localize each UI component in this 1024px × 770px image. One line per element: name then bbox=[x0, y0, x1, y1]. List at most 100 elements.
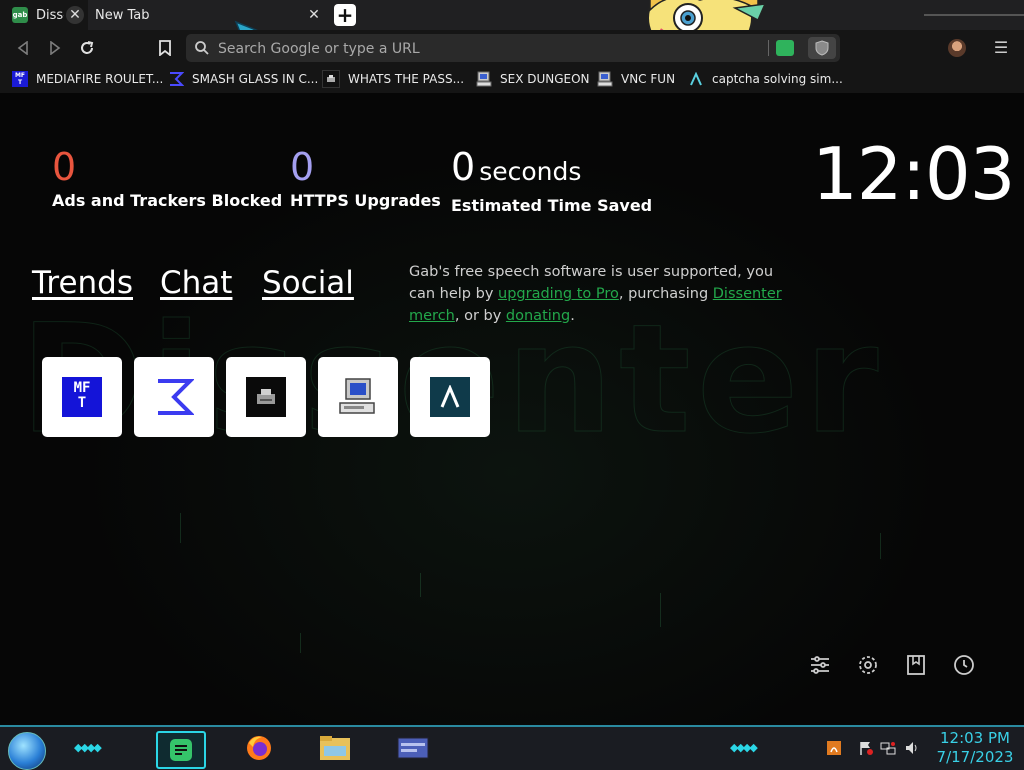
taskbar-window-app[interactable] bbox=[390, 731, 436, 765]
bookmark-whats-the-pass[interactable]: WHATS THE PASS... bbox=[322, 69, 464, 89]
url-input[interactable] bbox=[216, 34, 620, 64]
sigma-icon bbox=[158, 379, 194, 415]
search-icon bbox=[195, 41, 209, 55]
computer-icon bbox=[597, 71, 613, 87]
support-message: Gab's free speech software is user suppo… bbox=[409, 261, 789, 327]
stat-time-saved: 0 seconds Estimated Time Saved bbox=[451, 141, 652, 215]
notes-app-icon bbox=[170, 739, 192, 761]
lambda-icon bbox=[688, 71, 704, 87]
background-streak bbox=[180, 513, 181, 543]
window-app-icon bbox=[397, 737, 429, 759]
bookmark-label: MEDIAFIRE ROULET... bbox=[36, 72, 164, 86]
computer-icon bbox=[476, 71, 492, 87]
forward-arrow-icon bbox=[50, 41, 61, 55]
new-tab-page: Dissenter 0 Ads and Trackers Blocked 0 H… bbox=[0, 93, 1024, 725]
taskbar-decoration: ◆◆◆◆ bbox=[730, 741, 758, 754]
lambda-icon bbox=[430, 377, 470, 417]
bookmark-captcha[interactable]: captcha solving sim... bbox=[688, 69, 843, 89]
stat-https-upgrades: 0 HTTPS Upgrades bbox=[290, 141, 441, 210]
reload-icon bbox=[81, 41, 94, 54]
tab-bar: gab Disse ✕ New Tab ✕ + bbox=[0, 0, 1024, 60]
clock: 12:03 bbox=[812, 132, 1015, 216]
network-icon[interactable] bbox=[880, 740, 896, 756]
bookmark-label: VNC FUN bbox=[621, 72, 676, 86]
history-icon[interactable] bbox=[952, 653, 976, 677]
forward-button[interactable] bbox=[44, 37, 66, 59]
mft-icon: MF T bbox=[62, 377, 102, 417]
upgrade-pro-link[interactable]: upgrading to Pro bbox=[498, 286, 619, 302]
gab-favicon-icon: gab bbox=[12, 7, 28, 23]
bookmark-sex-dungeon[interactable]: SEX DUNGEON bbox=[476, 69, 590, 89]
action-center-flag-icon[interactable] bbox=[858, 740, 874, 756]
mft-icon: MF T bbox=[12, 71, 28, 87]
java-icon[interactable] bbox=[826, 740, 842, 756]
support-text: , or by bbox=[454, 308, 506, 324]
window-frame-decoration bbox=[924, 0, 1024, 16]
bookmark-icon bbox=[159, 40, 171, 56]
bookmark-label: SMASH GLASS IN C... bbox=[192, 72, 319, 86]
sigma-icon bbox=[168, 71, 184, 87]
bookmark-vnc-fun[interactable]: VNC FUN bbox=[597, 69, 675, 89]
bookmark-mediafire[interactable]: MF T MEDIAFIRE ROULET... bbox=[12, 69, 163, 89]
bookmark-label: WHATS THE PASS... bbox=[348, 72, 465, 86]
taskbar-decoration: ◆◆◆◆ bbox=[74, 741, 102, 754]
system-clock[interactable]: 12:03 PM 7/17/2023 bbox=[930, 729, 1020, 767]
stat-label: HTTPS Upgrades bbox=[290, 191, 441, 210]
close-tab-icon[interactable]: ✕ bbox=[66, 6, 84, 24]
stat-unit: seconds bbox=[479, 157, 582, 186]
top-site-captcha[interactable] bbox=[410, 357, 490, 437]
bookmark-smash-glass[interactable]: SMASH GLASS IN C... bbox=[168, 69, 318, 89]
taskbar: ◆◆◆◆ ◆◆◆◆ 12:03 PM 7/17/2023 bbox=[0, 725, 1024, 770]
stat-trackers-blocked: 0 Ads and Trackers Blocked bbox=[52, 141, 282, 210]
stat-value: 0 bbox=[290, 145, 315, 189]
top-site-smash-glass[interactable] bbox=[134, 357, 214, 437]
separator bbox=[768, 40, 769, 56]
tab-dissenter[interactable]: gab Disse ✕ bbox=[0, 0, 88, 30]
volume-icon[interactable] bbox=[904, 740, 920, 756]
background-streak bbox=[420, 573, 421, 597]
tab-new-tab[interactable]: New Tab ✕ bbox=[88, 0, 328, 30]
close-tab-icon[interactable]: ✕ bbox=[305, 6, 323, 24]
start-button[interactable] bbox=[8, 732, 46, 770]
stat-label: Estimated Time Saved bbox=[451, 196, 653, 215]
address-bar[interactable] bbox=[186, 34, 840, 64]
new-tab-button[interactable]: + bbox=[334, 4, 356, 26]
background-streak bbox=[660, 593, 661, 627]
link-chat[interactable]: Chat bbox=[160, 265, 232, 301]
support-text: , purchasing bbox=[618, 286, 713, 302]
back-button[interactable] bbox=[12, 37, 34, 59]
stat-label: Ads and Trackers Blocked bbox=[52, 191, 283, 210]
menu-button[interactable]: ☰ bbox=[990, 37, 1012, 59]
system-time: 12:03 PM bbox=[940, 729, 1010, 747]
support-text: . bbox=[570, 308, 575, 324]
printer-icon bbox=[246, 377, 286, 417]
profile-avatar[interactable] bbox=[948, 39, 966, 57]
system-date: 7/17/2023 bbox=[936, 748, 1014, 766]
link-social[interactable]: Social bbox=[262, 265, 354, 301]
reload-button[interactable] bbox=[76, 37, 98, 59]
customize-icon[interactable] bbox=[808, 653, 832, 677]
bookmarks-icon[interactable] bbox=[904, 653, 928, 677]
top-site-mediafire[interactable]: MF T bbox=[42, 357, 122, 437]
back-arrow-icon bbox=[17, 41, 28, 55]
taskbar-firefox[interactable] bbox=[236, 731, 282, 765]
bookmark-page-button[interactable] bbox=[154, 37, 176, 59]
printer-icon bbox=[322, 70, 340, 88]
taskbar-file-explorer[interactable] bbox=[312, 731, 358, 765]
file-explorer-icon bbox=[320, 736, 350, 760]
tab-title: New Tab bbox=[95, 7, 150, 23]
top-site-whats-the-pass[interactable] bbox=[226, 357, 306, 437]
settings-icon[interactable] bbox=[856, 653, 880, 677]
computer-icon bbox=[339, 378, 375, 414]
background-streak bbox=[300, 633, 301, 653]
donate-link[interactable]: donating bbox=[506, 308, 570, 324]
bookmark-label: SEX DUNGEON bbox=[500, 72, 590, 86]
firefox-icon bbox=[247, 736, 271, 760]
top-site-sex-dungeon[interactable] bbox=[318, 357, 398, 437]
shields-button[interactable] bbox=[808, 37, 836, 59]
bookmark-label: captcha solving sim... bbox=[712, 72, 843, 86]
taskbar-notes-app[interactable] bbox=[156, 731, 206, 769]
stat-value: 0 bbox=[52, 145, 77, 189]
notes-extension-icon[interactable] bbox=[776, 40, 794, 56]
link-trends[interactable]: Trends bbox=[32, 265, 133, 301]
